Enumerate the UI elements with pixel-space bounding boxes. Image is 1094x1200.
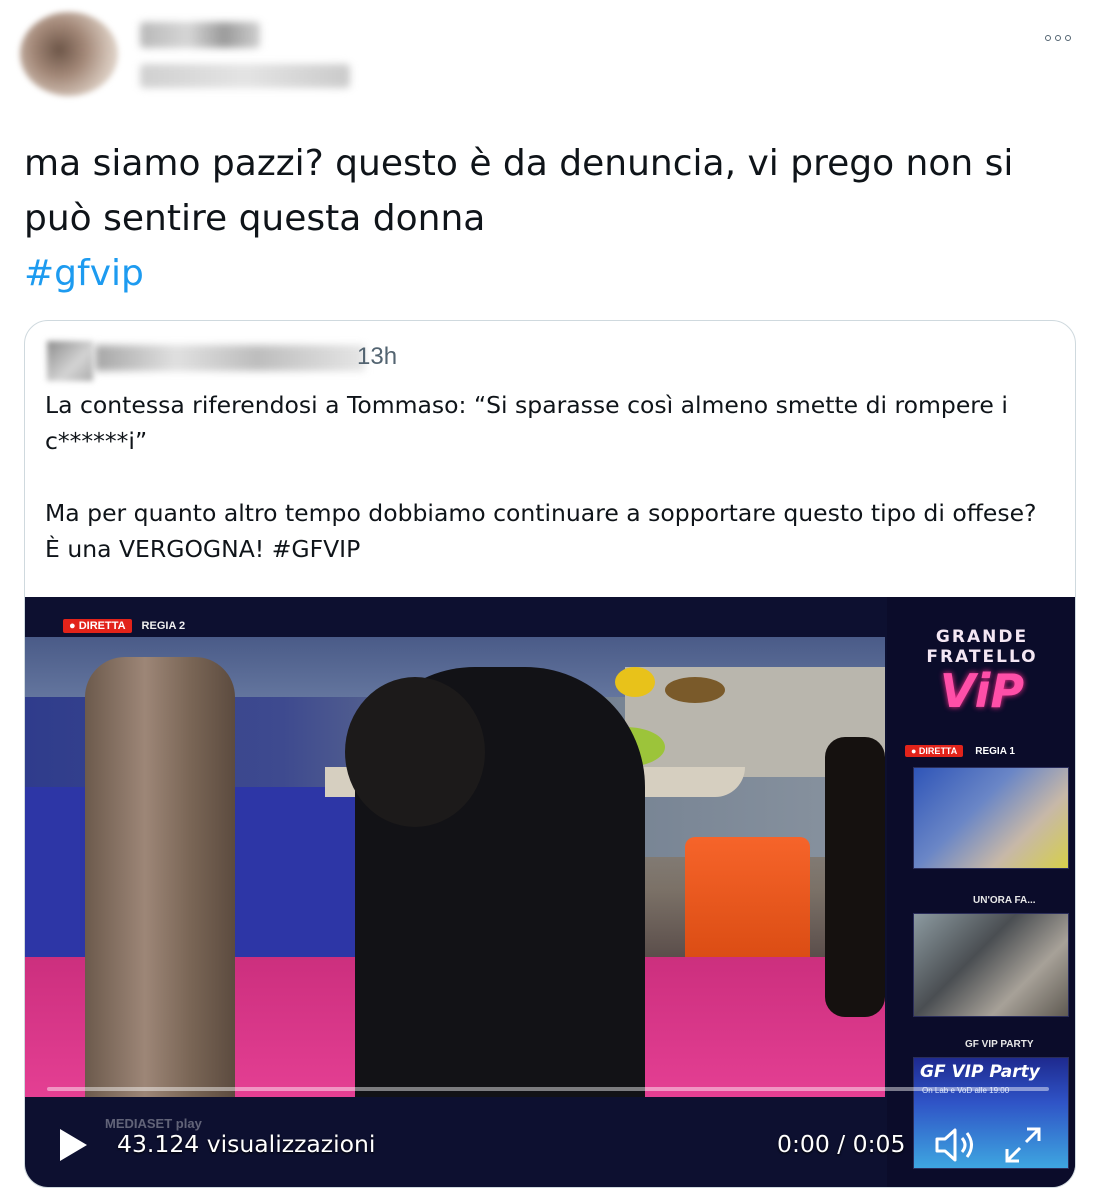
video-progress-bar[interactable] [47,1087,1049,1091]
fullscreen-icon[interactable] [1003,1125,1043,1165]
tweet-body: ma siamo pazzi? questo è da denuncia, vi… [24,143,1014,239]
regia-label: REGIA 2 [141,620,186,632]
tweet-text: ma siamo pazzi? questo è da denuncia, vi… [24,136,1074,301]
thumbnail-earlier [913,913,1069,1017]
quoted-author-name-blurred [95,345,365,371]
author-avatar[interactable] [20,12,118,96]
mediaset-watermark: MEDIASET play [105,1116,202,1131]
timecode: 0:00 / 0:05 [777,1130,906,1158]
quoted-timestamp[interactable]: 13h [357,343,397,371]
thumbnail-regia-1 [913,767,1069,869]
side-label-party: GF VIP PARTY [965,1039,1034,1050]
author-handle-blurred[interactable] [140,64,350,88]
quoted-tweet[interactable]: 13h La contessa riferendosi a Tommaso: “… [24,320,1076,1188]
hashtag-link[interactable]: #gfvip [24,246,1074,301]
quoted-text: La contessa riferendosi a Tommaso: “Si s… [45,391,1037,563]
side-panel: GRANDE FRATELLO ViP ● DIRETTA REGIA 1 UN… [887,597,1075,1187]
volume-muted-icon[interactable] [933,1125,977,1165]
tweet: ma siamo pazzi? questo è da denuncia, vi… [0,0,1094,1200]
author-name-blurred[interactable] [140,22,260,48]
side-live-indicator: ● DIRETTA REGIA 1 [905,745,1015,757]
side-label-earlier: UN'ORA FA... [973,895,1036,906]
view-count: 43.124 visualizzazioni [117,1130,376,1158]
video-player[interactable]: ● DIRETTA REGIA 2 GRANDE FRATELLO ViP ● … [25,597,1075,1187]
gf-vip-logo: GRANDE FRATELLO ViP [926,627,1038,718]
video-frame [25,637,885,1097]
more-options-icon[interactable] [1040,28,1076,48]
play-icon[interactable] [57,1127,89,1163]
quoted-author-avatar [47,341,93,381]
live-tag: ● DIRETTA [63,619,132,633]
live-indicator: ● DIRETTA REGIA 2 [63,619,185,633]
